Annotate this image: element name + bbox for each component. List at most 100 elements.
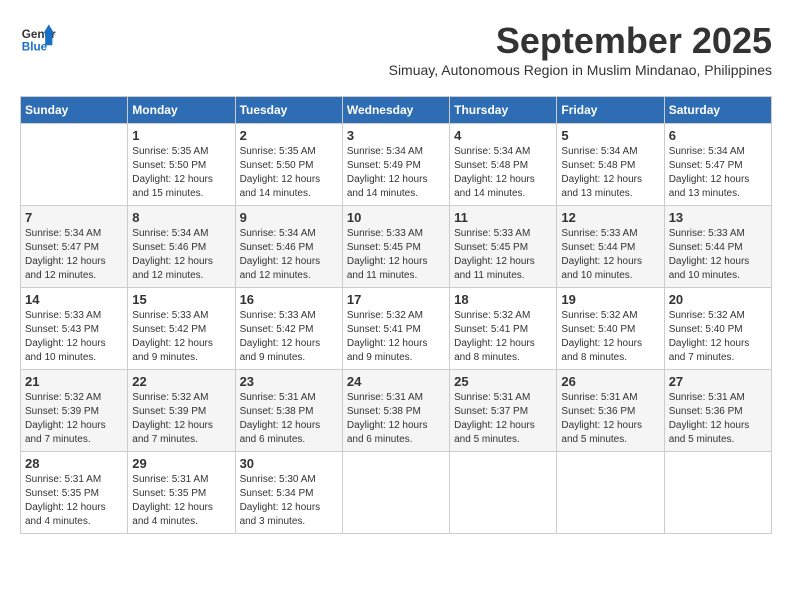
header-row: SundayMondayTuesdayWednesdayThursdayFrid… — [21, 97, 772, 124]
day-number: 24 — [347, 374, 445, 389]
day-number: 5 — [561, 128, 659, 143]
top-bar: General Blue September 2025 Simuay, Auto… — [20, 20, 772, 88]
day-info: Sunrise: 5:31 AM Sunset: 5:37 PM Dayligh… — [454, 391, 552, 447]
day-number: 27 — [669, 374, 767, 389]
day-info: Sunrise: 5:34 AM Sunset: 5:48 PM Dayligh… — [561, 145, 659, 201]
calendar-cell: 9Sunrise: 5:34 AM Sunset: 5:46 PM Daylig… — [235, 206, 342, 288]
day-number: 6 — [669, 128, 767, 143]
calendar-cell: 13Sunrise: 5:33 AM Sunset: 5:44 PM Dayli… — [664, 206, 771, 288]
day-info: Sunrise: 5:31 AM Sunset: 5:36 PM Dayligh… — [561, 391, 659, 447]
day-info: Sunrise: 5:34 AM Sunset: 5:47 PM Dayligh… — [669, 145, 767, 201]
calendar-cell: 27 Sunrise: 5:31 AM Sunset: 5:36 PM Dayli… — [664, 370, 771, 452]
calendar-cell — [557, 452, 664, 534]
calendar-cell: 30 Sunrise: 5:30 AM Sunset: 5:34 PM Dayli… — [235, 452, 342, 534]
calendar-cell: 11 Sunrise: 5:33 AM Sunset: 5:45 PM Dayli… — [450, 206, 557, 288]
day-number: 2 — [240, 128, 338, 143]
day-number: 19 — [561, 292, 659, 307]
calendar-cell — [450, 452, 557, 534]
calendar-cell: 2 Sunrise: 5:35 AM Sunset: 5:50 PM Daylig… — [235, 124, 342, 206]
calendar-cell: 20 Sunrise: 5:32 AM Sunset: 5:40 PM Dayli… — [664, 288, 771, 370]
day-info: Sunrise: 5:33 AM Sunset: 5:42 PM Dayligh… — [240, 309, 338, 365]
day-number: 26 — [561, 374, 659, 389]
week-row-1: 1 Sunrise: 5:35 AM Sunset: 5:50 PM Daylig… — [21, 124, 772, 206]
day-info: Sunrise: 5:33 AM Sunset: 5:45 PM Dayligh… — [347, 227, 445, 283]
day-info: Sunrise: 5:32 AM Sunset: 5:39 PM Dayligh… — [132, 391, 230, 447]
calendar-cell: 15 Sunrise: 5:33 AM Sunset: 5:42 PM Dayli… — [128, 288, 235, 370]
day-info: Sunrise: 5:33 AM Sunset: 5:42 PM Dayligh… — [132, 309, 230, 365]
day-number: 29 — [132, 456, 230, 471]
calendar-cell: 17 Sunrise: 5:32 AM Sunset: 5:41 PM Dayli… — [342, 288, 449, 370]
day-number: 25 — [454, 374, 552, 389]
week-row-5: 28Sunrise: 5:31 AM Sunset: 5:35 PM Dayli… — [21, 452, 772, 534]
day-number: 20 — [669, 292, 767, 307]
day-number: 4 — [454, 128, 552, 143]
calendar-cell: 12 Sunrise: 5:33 AM Sunset: 5:44 PM Dayli… — [557, 206, 664, 288]
calendar-cell: 26 Sunrise: 5:31 AM Sunset: 5:36 PM Dayli… — [557, 370, 664, 452]
week-row-3: 14 Sunrise: 5:33 AM Sunset: 5:43 PM Dayli… — [21, 288, 772, 370]
logo-icon: General Blue — [20, 20, 56, 56]
day-number: 18 — [454, 292, 552, 307]
col-header-friday: Friday — [557, 97, 664, 124]
calendar-cell: 1 Sunrise: 5:35 AM Sunset: 5:50 PM Daylig… — [128, 124, 235, 206]
col-header-sunday: Sunday — [21, 97, 128, 124]
calendar-cell: 6 Sunrise: 5:34 AM Sunset: 5:47 PM Daylig… — [664, 124, 771, 206]
day-number: 12 — [561, 210, 659, 225]
calendar-cell: 28Sunrise: 5:31 AM Sunset: 5:35 PM Dayli… — [21, 452, 128, 534]
week-row-4: 21 Sunrise: 5:32 AM Sunset: 5:39 PM Dayli… — [21, 370, 772, 452]
calendar-cell — [342, 452, 449, 534]
day-info: Sunrise: 5:33 AM Sunset: 5:45 PM Dayligh… — [454, 227, 552, 283]
day-number: 10 — [347, 210, 445, 225]
day-info: Sunrise: 5:31 AM Sunset: 5:38 PM Dayligh… — [240, 391, 338, 447]
calendar-cell: 25 Sunrise: 5:31 AM Sunset: 5:37 PM Dayli… — [450, 370, 557, 452]
day-number: 17 — [347, 292, 445, 307]
day-number: 23 — [240, 374, 338, 389]
day-number: 11 — [454, 210, 552, 225]
day-info: Sunrise: 5:32 AM Sunset: 5:41 PM Dayligh… — [347, 309, 445, 365]
calendar-cell: 22 Sunrise: 5:32 AM Sunset: 5:39 PM Dayli… — [128, 370, 235, 452]
day-info: Sunrise: 5:32 AM Sunset: 5:41 PM Dayligh… — [454, 309, 552, 365]
day-number: 1 — [132, 128, 230, 143]
calendar-cell — [21, 124, 128, 206]
logo: General Blue — [20, 20, 60, 56]
calendar-cell: 10 Sunrise: 5:33 AM Sunset: 5:45 PM Dayli… — [342, 206, 449, 288]
month-title: September 2025 — [389, 20, 772, 62]
day-info: Sunrise: 5:35 AM Sunset: 5:50 PM Dayligh… — [240, 145, 338, 201]
svg-text:Blue: Blue — [22, 41, 48, 54]
calendar-cell — [664, 452, 771, 534]
day-number: 16 — [240, 292, 338, 307]
day-info: Sunrise: 5:32 AM Sunset: 5:40 PM Dayligh… — [669, 309, 767, 365]
calendar-cell: 19Sunrise: 5:32 AM Sunset: 5:40 PM Dayli… — [557, 288, 664, 370]
day-info: Sunrise: 5:33 AM Sunset: 5:43 PM Dayligh… — [25, 309, 123, 365]
calendar-cell: 7Sunrise: 5:34 AM Sunset: 5:47 PM Daylig… — [21, 206, 128, 288]
calendar-cell: 3 Sunrise: 5:34 AM Sunset: 5:49 PM Daylig… — [342, 124, 449, 206]
day-number: 3 — [347, 128, 445, 143]
day-info: Sunrise: 5:33 AM Sunset: 5:44 PM Dayligh… — [561, 227, 659, 283]
calendar-table: SundayMondayTuesdayWednesdayThursdayFrid… — [20, 96, 772, 534]
title-section: September 2025 Simuay, Autonomous Region… — [389, 20, 772, 88]
day-info: Sunrise: 5:31 AM Sunset: 5:35 PM Dayligh… — [132, 473, 230, 529]
day-info: Sunrise: 5:34 AM Sunset: 5:49 PM Dayligh… — [347, 145, 445, 201]
day-info: Sunrise: 5:34 AM Sunset: 5:46 PM Dayligh… — [132, 227, 230, 283]
day-number: 8 — [132, 210, 230, 225]
day-number: 30 — [240, 456, 338, 471]
day-info: Sunrise: 5:34 AM Sunset: 5:48 PM Dayligh… — [454, 145, 552, 201]
day-number: 14 — [25, 292, 123, 307]
day-number: 21 — [25, 374, 123, 389]
calendar-cell: 14 Sunrise: 5:33 AM Sunset: 5:43 PM Dayli… — [21, 288, 128, 370]
calendar-cell: 23 Sunrise: 5:31 AM Sunset: 5:38 PM Dayli… — [235, 370, 342, 452]
col-header-tuesday: Tuesday — [235, 97, 342, 124]
day-number: 13 — [669, 210, 767, 225]
week-row-2: 7Sunrise: 5:34 AM Sunset: 5:47 PM Daylig… — [21, 206, 772, 288]
calendar-cell: 21 Sunrise: 5:32 AM Sunset: 5:39 PM Dayli… — [21, 370, 128, 452]
day-info: Sunrise: 5:32 AM Sunset: 5:39 PM Dayligh… — [25, 391, 123, 447]
calendar-cell: 8 Sunrise: 5:34 AM Sunset: 5:46 PM Daylig… — [128, 206, 235, 288]
col-header-wednesday: Wednesday — [342, 97, 449, 124]
day-number: 22 — [132, 374, 230, 389]
day-info: Sunrise: 5:31 AM Sunset: 5:36 PM Dayligh… — [669, 391, 767, 447]
day-info: Sunrise: 5:30 AM Sunset: 5:34 PM Dayligh… — [240, 473, 338, 529]
day-info: Sunrise: 5:35 AM Sunset: 5:50 PM Dayligh… — [132, 145, 230, 201]
day-number: 15 — [132, 292, 230, 307]
calendar-cell: 24 Sunrise: 5:31 AM Sunset: 5:38 PM Dayli… — [342, 370, 449, 452]
day-info: Sunrise: 5:31 AM Sunset: 5:38 PM Dayligh… — [347, 391, 445, 447]
day-info: Sunrise: 5:34 AM Sunset: 5:47 PM Dayligh… — [25, 227, 123, 283]
